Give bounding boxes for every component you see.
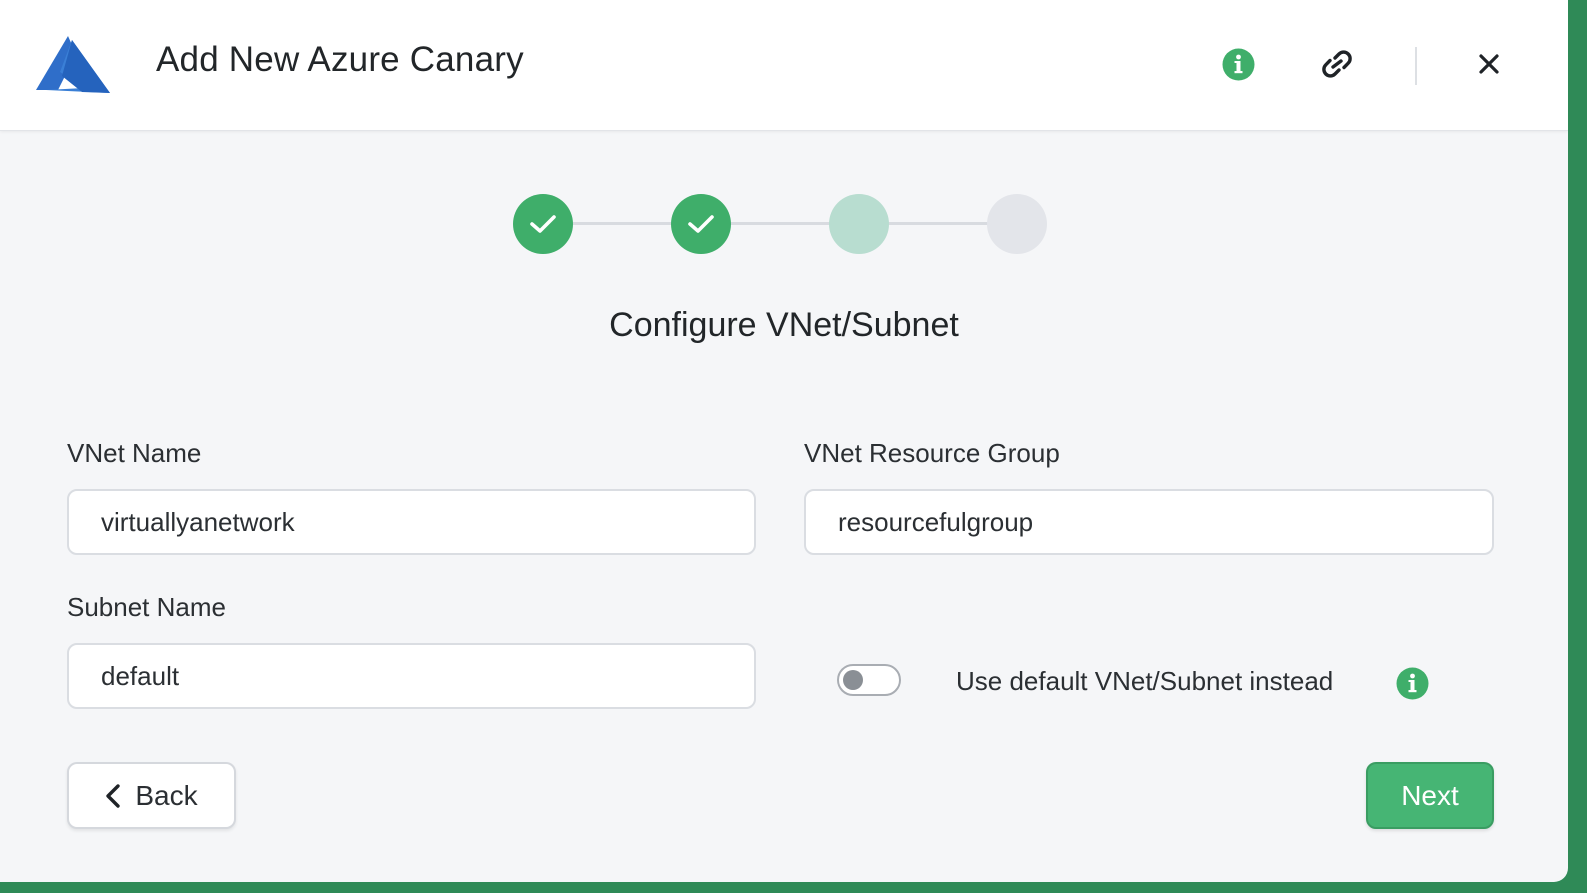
step-connector: [887, 222, 989, 225]
next-button[interactable]: Next: [1366, 762, 1494, 829]
link-icon[interactable]: [1318, 46, 1356, 82]
subnet-name-input[interactable]: default: [67, 643, 756, 709]
step-4-pending: [987, 194, 1047, 254]
add-canary-dialog: Add New Azure Canary Configure VNet/Subn…: [0, 0, 1568, 882]
subnet-name-label: Subnet Name: [67, 592, 226, 622]
back-button-label: Back: [135, 779, 198, 811]
use-default-vnet-label: Use default VNet/Subnet instead: [956, 666, 1334, 696]
info-icon[interactable]: [1396, 667, 1429, 700]
vnet-resource-group-label: VNet Resource Group: [804, 438, 1060, 468]
close-icon[interactable]: [1474, 49, 1504, 79]
vnet-name-input[interactable]: virtuallyanetwork: [67, 489, 756, 555]
chevron-left-icon: [106, 783, 121, 808]
progress-stepper: [513, 194, 1048, 254]
use-default-vnet-toggle[interactable]: [837, 664, 901, 696]
dialog-header: Add New Azure Canary: [0, 0, 1568, 131]
step-3-current: [829, 194, 889, 254]
checkmark-icon: [530, 215, 556, 233]
vnet-name-label: VNet Name: [67, 438, 202, 468]
dialog-title: Add New Azure Canary: [156, 40, 524, 79]
step-2-complete: [671, 194, 731, 254]
checkmark-icon: [688, 215, 714, 233]
header-divider: [1415, 47, 1417, 85]
step-connector: [571, 222, 673, 225]
back-button[interactable]: Back: [67, 762, 236, 829]
azure-logo: [36, 36, 110, 93]
step-title: Configure VNet/Subnet: [609, 306, 959, 344]
toggle-knob: [843, 670, 863, 690]
vnet-resource-group-input[interactable]: resourcefulgroup: [804, 489, 1494, 555]
step-1-complete: [513, 194, 573, 254]
next-button-label: Next: [1401, 779, 1459, 811]
info-icon[interactable]: [1222, 48, 1255, 81]
step-connector: [729, 222, 831, 225]
